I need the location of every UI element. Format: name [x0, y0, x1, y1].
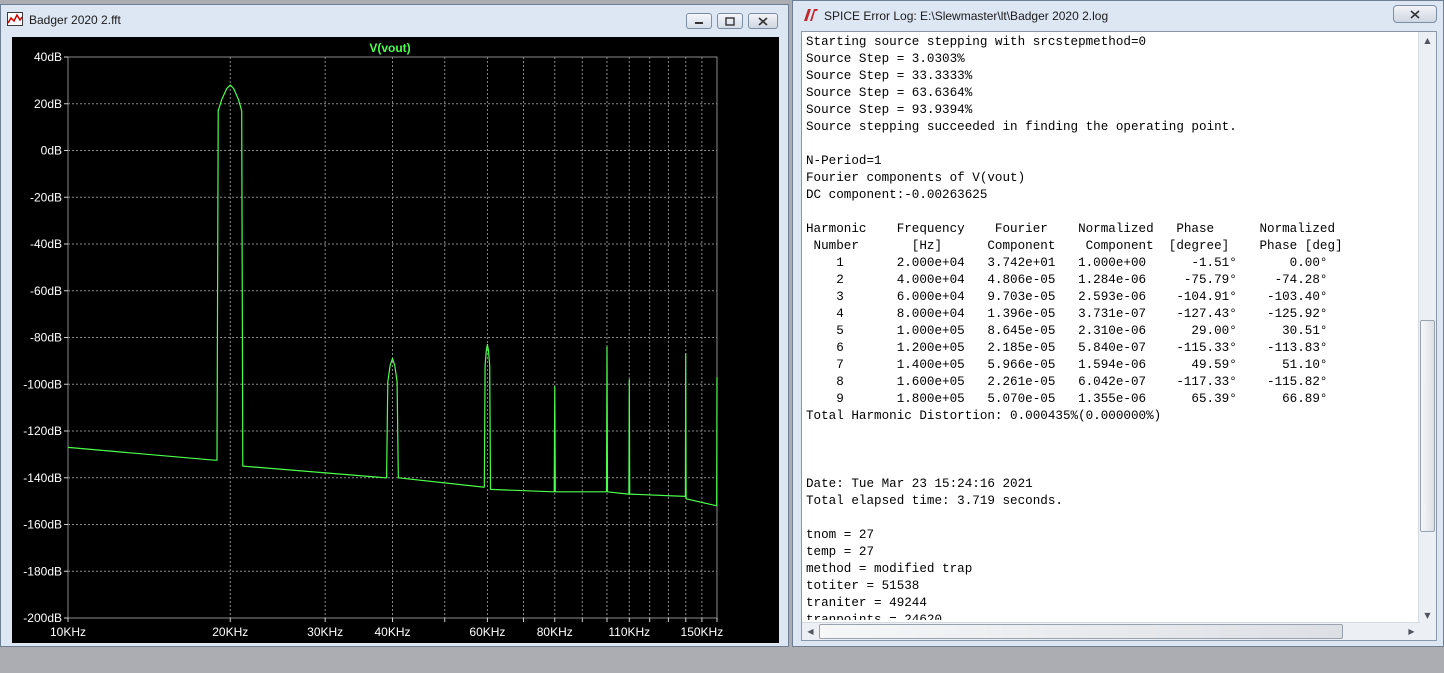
chart-title[interactable]: V(vout) — [369, 41, 410, 55]
x-tick-label: 80KHz — [537, 625, 573, 639]
maximize-button[interactable] — [717, 13, 743, 29]
log-line: temp = 27 — [806, 545, 875, 559]
log-line: 9 1.800e+05 5.070e-05 1.355e-06 65.39° 6… — [806, 392, 1328, 406]
log-text-area[interactable]: Starting source stepping with srcstepmet… — [801, 31, 1437, 641]
log-line: N-Period=1 — [806, 154, 882, 168]
log-line: 2 4.000e+04 4.806e-05 1.284e-06 -75.79° … — [806, 273, 1328, 287]
log-line: 3 6.000e+04 9.703e-05 2.593e-06 -104.91°… — [806, 290, 1328, 304]
minimize-button[interactable] — [686, 13, 712, 29]
close-icon — [758, 16, 768, 26]
error-log-window[interactable]: SPICE Error Log: E:\Slewmaster\lt\Badger… — [792, 0, 1444, 647]
fft-plot-area[interactable]: 40dB 20dB 0dB -20dB -40dB -60dB -80dB -100dB -12… — [12, 37, 779, 643]
log-line: Total Harmonic Distortion: 0.000435%(0.0… — [806, 409, 1162, 423]
y-tick-label: -140dB — [23, 471, 62, 485]
x-tick-label: 150KHz — [681, 625, 724, 639]
log-line: tranpoints = 24620 — [806, 613, 943, 620]
x-tick-label: 30KHz — [307, 625, 343, 639]
minimize-icon — [695, 22, 703, 24]
y-tick-label: -40dB — [30, 237, 62, 251]
y-tick-label: -120dB — [23, 424, 62, 438]
log-line: 8 1.600e+05 2.261e-05 6.042e-07 -117.33°… — [806, 375, 1328, 389]
log-window-titlebar[interactable]: SPICE Error Log: E:\Slewmaster\lt\Badger… — [793, 1, 1443, 31]
scroll-down-icon[interactable]: ▼ — [1419, 607, 1436, 624]
y-tick-label: -20dB — [30, 190, 62, 204]
x-tick-label: 40KHz — [374, 625, 410, 639]
y-tick-label: 40dB — [34, 50, 62, 64]
log-line: 5 1.000e+05 8.645e-05 2.310e-06 29.00° 3… — [806, 324, 1328, 338]
log-line: Harmonic Frequency Fourier Normalized Ph… — [806, 222, 1336, 236]
scroll-right-icon[interactable]: ▶ — [1403, 623, 1420, 640]
log-line: 6 1.200e+05 2.185e-05 5.840e-07 -115.33°… — [806, 341, 1328, 355]
scrollbar-corner — [1419, 623, 1436, 640]
log-line: 1 2.000e+04 3.742e+01 1.000e+00 -1.51° 0… — [806, 256, 1328, 270]
log-line: DC component:-0.00263625 — [806, 188, 988, 202]
waveform-app-icon — [7, 12, 23, 26]
log-line: method = modified trap — [806, 562, 973, 576]
log-line: Total elapsed time: 3.719 seconds. — [806, 494, 1063, 508]
fft-chart[interactable]: 40dB 20dB 0dB -20dB -40dB -60dB -80dB -100dB -12… — [12, 37, 779, 643]
y-tick-label: 20dB — [34, 97, 62, 111]
close-icon — [1410, 9, 1420, 19]
x-tick-label: 60KHz — [469, 625, 505, 639]
y-tick-label: -160dB — [23, 518, 62, 532]
log-window-title: SPICE Error Log: E:\Slewmaster\lt\Badger… — [824, 9, 1109, 23]
log-line: 7 1.400e+05 5.966e-05 1.594e-06 49.59° 5… — [806, 358, 1328, 372]
log-line: Source Step = 33.3333% — [806, 69, 973, 83]
log-line: Starting source stepping with srcstepmet… — [806, 35, 1147, 49]
close-button[interactable] — [748, 13, 778, 29]
vertical-scrollbar[interactable]: ▲ ▼ — [1418, 32, 1436, 624]
log-close-button[interactable] — [1393, 5, 1437, 23]
y-tick-label: -60dB — [30, 284, 62, 298]
plot-window[interactable]: Badger 2020 2.fft 40dB 20dB 0dB -20dB -40dB -… — [0, 4, 789, 647]
vertical-scroll-thumb[interactable] — [1420, 320, 1435, 532]
y-tick-label: -180dB — [23, 564, 62, 578]
horizontal-scroll-thumb[interactable] — [819, 624, 1343, 639]
log-line: Source Step = 63.6364% — [806, 86, 973, 100]
y-tick-label: -200dB — [23, 611, 62, 625]
log-line: 4 8.000e+04 1.396e-05 3.731e-07 -127.43°… — [806, 307, 1328, 321]
log-line: Source Step = 93.9394% — [806, 103, 973, 117]
log-line: Fourier components of V(vout) — [806, 171, 1026, 185]
y-tick-label: -100dB — [23, 377, 62, 391]
maximize-icon — [725, 16, 735, 26]
log-line: Date: Tue Mar 23 15:24:16 2021 — [806, 477, 1033, 491]
log-line: Number [Hz] Component Component [degree]… — [806, 239, 1343, 253]
plot-window-title: Badger 2020 2.fft — [29, 13, 121, 27]
ltspice-logo-icon — [804, 9, 818, 21]
y-tick-label: -80dB — [30, 331, 62, 345]
log-line: Source Step = 3.0303% — [806, 52, 965, 66]
x-tick-label: 20KHz — [212, 625, 248, 639]
y-tick-label: 0dB — [41, 144, 62, 158]
log-line: Source stepping succeeded in finding the… — [806, 120, 1237, 134]
x-tick-label: 110KHz — [608, 625, 650, 639]
horizontal-scrollbar[interactable]: ◀ ▶ — [802, 622, 1420, 640]
x-tick-label: 10KHz — [50, 625, 86, 639]
scroll-up-icon[interactable]: ▲ — [1419, 32, 1436, 49]
log-line: totiter = 51538 — [806, 579, 920, 593]
scroll-left-icon[interactable]: ◀ — [802, 623, 819, 640]
log-line: traniter = 49244 — [806, 596, 927, 610]
plot-window-titlebar[interactable]: Badger 2020 2.fft — [1, 5, 788, 35]
log-text[interactable]: Starting source stepping with srcstepmet… — [806, 34, 1416, 620]
log-line: tnom = 27 — [806, 528, 875, 542]
